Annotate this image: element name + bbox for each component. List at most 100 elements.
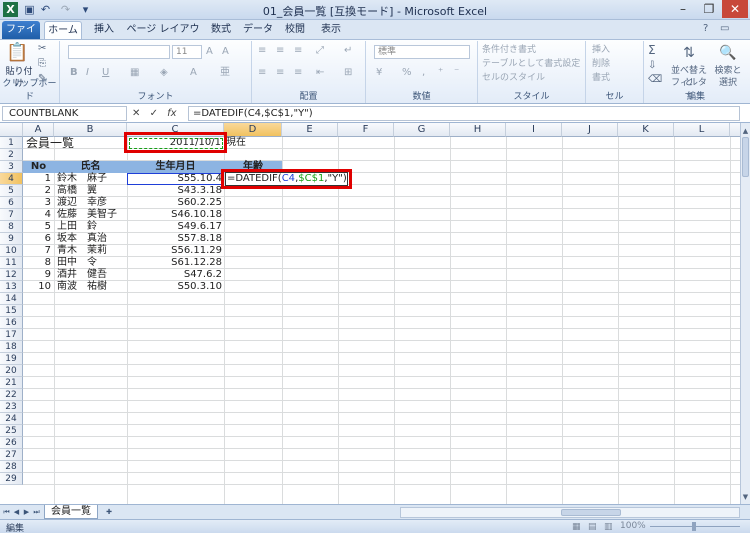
vertical-scrollbar[interactable]: ▲ ▼: [740, 123, 750, 504]
currency-icon[interactable]: ¥: [376, 67, 382, 79]
member-no[interactable]: 7: [23, 245, 51, 257]
phonetic-icon[interactable]: 亜: [220, 67, 230, 79]
tab-review[interactable]: 校閲: [278, 21, 312, 39]
row-header-9[interactable]: 9: [0, 233, 23, 245]
member-name[interactable]: 高橋 翼: [57, 185, 97, 197]
column-header-h[interactable]: H: [450, 123, 506, 137]
member-no[interactable]: 6: [23, 233, 51, 245]
autosum-icon[interactable]: Σ: [648, 44, 656, 56]
row-header-26[interactable]: 26: [0, 437, 23, 449]
clear-icon[interactable]: ⌫: [648, 74, 662, 86]
row-header-29[interactable]: 29: [0, 473, 23, 485]
member-name[interactable]: 坂本 真治: [57, 233, 107, 245]
row-header-10[interactable]: 10: [0, 245, 23, 257]
page-layout-view-icon[interactable]: ▤: [588, 521, 597, 533]
comma-icon[interactable]: ,: [422, 67, 425, 79]
orientation-icon[interactable]: ⤢: [316, 45, 324, 57]
column-header-d[interactable]: D: [224, 123, 282, 137]
h-scroll-thumb[interactable]: [561, 509, 621, 516]
horizontal-scrollbar[interactable]: [400, 507, 740, 518]
member-name[interactable]: 青木 茉莉: [57, 245, 107, 257]
row-header-6[interactable]: 6: [0, 197, 23, 209]
prev-sheet-icon[interactable]: ◀: [12, 507, 21, 517]
merge-center-icon[interactable]: ⊞: [344, 67, 352, 79]
tab-data[interactable]: データ: [240, 21, 276, 39]
select-all-corner[interactable]: [0, 123, 23, 137]
shrink-font-icon[interactable]: A: [222, 46, 229, 58]
align-right-icon[interactable]: ≡: [294, 67, 302, 79]
minimize-icon[interactable]: –: [670, 0, 696, 18]
row-header-1[interactable]: 1: [0, 137, 23, 149]
conditional-format-button[interactable]: 条件付き書式: [482, 44, 536, 56]
member-name[interactable]: 渡辺 幸彦: [57, 197, 107, 209]
scroll-up-icon[interactable]: ▲: [741, 125, 750, 137]
member-birth[interactable]: S57.8.18: [127, 233, 222, 245]
member-birth[interactable]: S61.12.28: [127, 257, 222, 269]
zoom-level[interactable]: 100%: [620, 521, 646, 531]
tab-insert[interactable]: 挿入: [86, 21, 122, 39]
row-header-3[interactable]: 3: [0, 161, 23, 173]
tab-file[interactable]: ファイル: [2, 21, 40, 53]
column-header-i[interactable]: I: [506, 123, 562, 137]
align-center-icon[interactable]: ≡: [276, 67, 284, 79]
border-icon[interactable]: ▦: [130, 67, 139, 79]
member-no[interactable]: 9: [23, 269, 51, 281]
insert-function-icon[interactable]: fx: [167, 108, 176, 119]
close-icon[interactable]: ✕: [722, 0, 748, 18]
column-header-e[interactable]: E: [282, 123, 338, 137]
header-name[interactable]: 氏名: [54, 161, 127, 173]
font-size-box[interactable]: 11: [172, 45, 202, 59]
decrease-decimal-icon[interactable]: ⁻: [454, 67, 459, 79]
row-header-22[interactable]: 22: [0, 389, 23, 401]
paste-icon[interactable]: 📋: [6, 43, 28, 63]
member-no[interactable]: 4: [23, 209, 51, 221]
row-header-14[interactable]: 14: [0, 293, 23, 305]
font-color-icon[interactable]: A: [190, 67, 197, 79]
member-birth[interactable]: S56.11.29: [127, 245, 222, 257]
member-name[interactable]: 上田 鈴: [57, 221, 97, 233]
column-header-m[interactable]: M: [730, 123, 740, 137]
wrap-text-icon[interactable]: ↵: [344, 45, 352, 57]
member-birth[interactable]: S47.6.2: [127, 269, 222, 281]
formula-input[interactable]: =DATEDIF(C4,$C$1,"Y"): [188, 106, 740, 121]
row-header-28[interactable]: 28: [0, 461, 23, 473]
member-no[interactable]: 2: [23, 185, 51, 197]
member-no[interactable]: 8: [23, 257, 51, 269]
find-select-label-2[interactable]: 選択: [710, 77, 746, 89]
member-birth[interactable]: S46.10.18: [127, 209, 222, 221]
enter-icon[interactable]: ✓: [150, 108, 158, 119]
member-name[interactable]: 酒井 健吾: [57, 269, 107, 281]
align-bottom-icon[interactable]: ≡: [294, 45, 302, 57]
row-header-19[interactable]: 19: [0, 353, 23, 365]
member-name[interactable]: 佐藤 美智子: [57, 209, 117, 221]
number-format-box[interactable]: 標準: [374, 45, 470, 59]
row-header-11[interactable]: 11: [0, 257, 23, 269]
font-name-box[interactable]: [68, 45, 170, 59]
row-header-12[interactable]: 12: [0, 269, 23, 281]
row-header-20[interactable]: 20: [0, 365, 23, 377]
normal-view-icon[interactable]: ▦: [572, 521, 581, 533]
sheet-tab-members[interactable]: 会員一覧: [44, 505, 98, 519]
worksheet-grid[interactable]: A B C D E F G H I J K L M 1 2 3 4 5 6 7 …: [0, 123, 740, 504]
member-no[interactable]: 1: [23, 173, 51, 185]
row-header-2[interactable]: 2: [0, 149, 23, 161]
row-header-21[interactable]: 21: [0, 377, 23, 389]
indent-icon[interactable]: ⇤: [316, 67, 324, 79]
sort-filter-icon[interactable]: ⇅: [674, 44, 704, 62]
member-name[interactable]: 南波 祐樹: [57, 281, 107, 293]
format-as-table-button[interactable]: テーブルとして書式設定: [482, 58, 580, 70]
member-no[interactable]: 3: [23, 197, 51, 209]
row-header-4[interactable]: 4: [0, 173, 23, 185]
tab-page-layout[interactable]: ページ レイアウト: [124, 21, 202, 53]
member-birth[interactable]: S50.3.10: [127, 281, 222, 293]
insert-cells-button[interactable]: 挿入: [592, 44, 610, 56]
percent-icon[interactable]: %: [402, 67, 412, 79]
new-sheet-icon[interactable]: ✚: [102, 507, 116, 517]
column-header-g[interactable]: G: [394, 123, 450, 137]
find-select-icon[interactable]: 🔍: [714, 44, 742, 62]
row-header-24[interactable]: 24: [0, 413, 23, 425]
cancel-icon[interactable]: ✕: [132, 108, 140, 119]
format-cells-button[interactable]: 書式: [592, 72, 610, 84]
bold-icon[interactable]: B: [70, 67, 78, 79]
scroll-thumb[interactable]: [742, 137, 749, 177]
